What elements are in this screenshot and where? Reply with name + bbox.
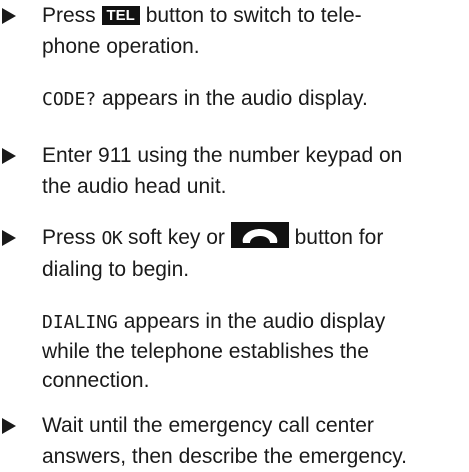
tel-key-label: TEL <box>101 6 140 25</box>
step-2-line-2: the audio head unit. <box>42 175 227 198</box>
telephone-handset-icon <box>230 222 289 248</box>
step-1-suffix: button to switch to tele- <box>139 4 362 27</box>
bullet-arrow-icon <box>2 8 16 24</box>
bullet-arrow-icon <box>2 230 16 246</box>
step-2-text: Enter 911 using the number keypad on the… <box>42 140 467 202</box>
note-2-line-1: DIALING appears in the audio display <box>42 307 467 337</box>
step-1-line-1: Press TEL button to switch to tele- <box>42 0 467 31</box>
dialing-code-text: DIALING <box>42 312 118 333</box>
note-2-line-2: while the telephone establishes the <box>42 340 369 363</box>
bullet-arrow-icon <box>2 148 16 164</box>
step-4-text: Wait until the emergency call center ans… <box>42 410 467 472</box>
note-2-text: appears in the audio display <box>117 310 386 333</box>
step-2-line-1: Enter 911 using the number keypad on <box>42 144 403 167</box>
step-1-prefix: Press <box>42 4 102 27</box>
step-4-line-2: answers, then describe the emergency. <box>42 445 407 468</box>
note-2: DIALING appears in the audio display whi… <box>42 307 467 395</box>
display-code-text: CODE? <box>42 89 97 110</box>
note-1: CODE? appears in the audio display. <box>42 84 467 114</box>
step-3-prefix: Press <box>42 226 102 249</box>
ok-soft-key-label: OK <box>101 228 123 249</box>
step-3-line-1: Press OK soft key or button for <box>42 222 467 254</box>
note-2-line-3: connection. <box>42 369 150 392</box>
step-1-line-2: phone operation. <box>42 35 200 58</box>
instruction-page: Press TEL button to switch to tele- phon… <box>0 0 469 468</box>
bullet-arrow-icon <box>2 418 16 434</box>
step-3-middle: soft key or <box>122 226 231 249</box>
step-3-suffix: button for <box>288 226 384 249</box>
note-1-text: appears in the audio display. <box>96 87 368 110</box>
step-3-line-2: dialing to begin. <box>42 258 190 281</box>
step-3-text: Press OK soft key or button for dialing … <box>42 222 467 285</box>
step-4-line-1: Wait until the emergency call center <box>42 414 374 437</box>
step-1-text: Press TEL button to switch to tele- phon… <box>42 0 467 62</box>
